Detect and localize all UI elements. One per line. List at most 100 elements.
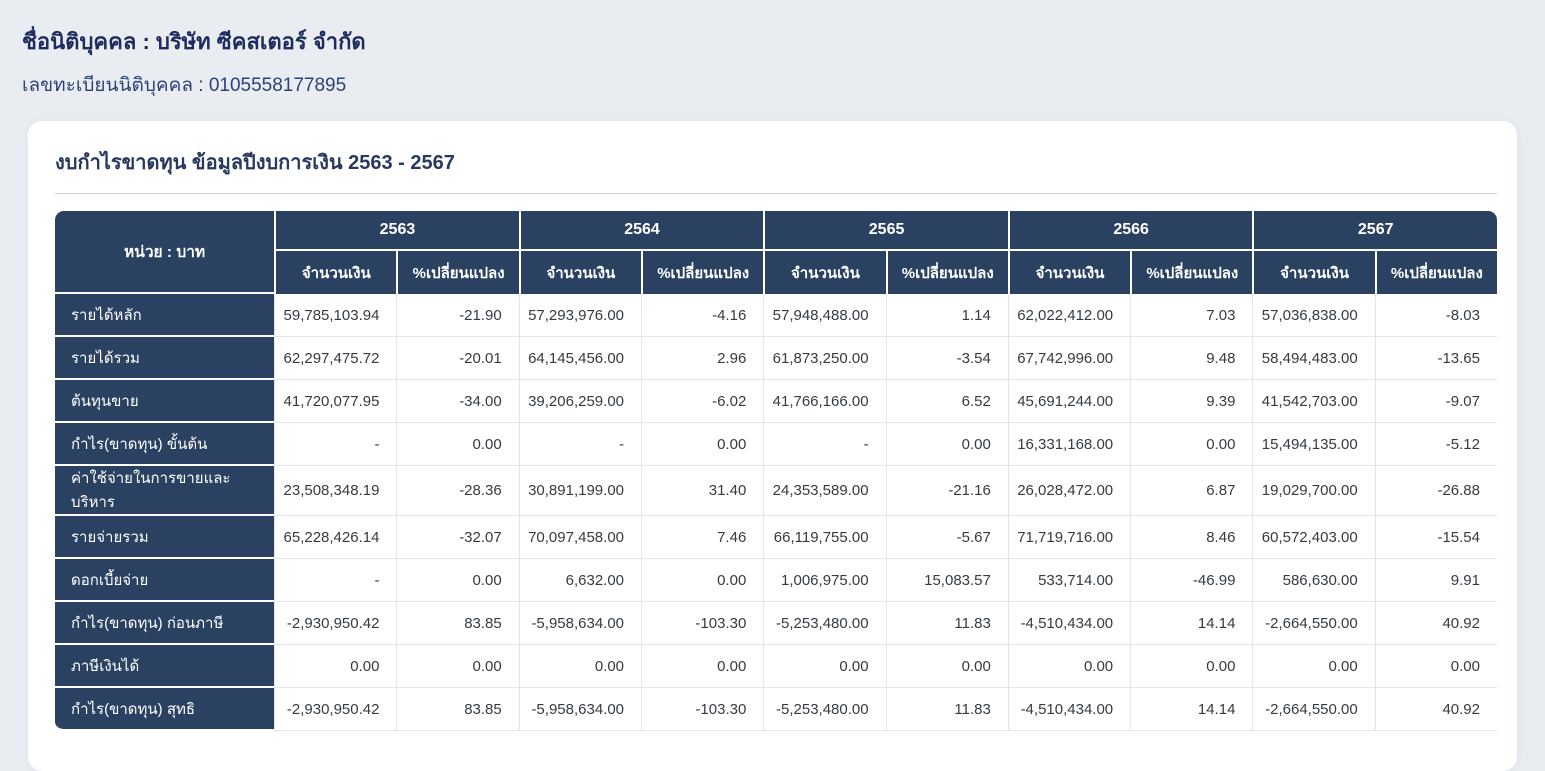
amount-cell: 26,028,472.00	[1007, 466, 1131, 516]
change-cell: 0.00	[1374, 645, 1497, 688]
change-cell: 0.00	[396, 423, 519, 466]
change-cell: 9.48	[1130, 337, 1253, 380]
change-cell: 8.46	[1130, 516, 1253, 559]
change-cell: -21.90	[396, 294, 519, 337]
table-row: รายจ่ายรวม 65,228,426.14 -32.07 70,097,458.…	[55, 516, 1497, 559]
change-cell: -8.03	[1374, 294, 1497, 337]
amount-cell: -2,930,950.42	[274, 688, 397, 731]
change-cell: -4.16	[641, 294, 764, 337]
amount-cell: -	[274, 423, 397, 466]
amount-cell: 66,119,755.00	[763, 516, 886, 559]
amount-cell: 41,542,703.00	[1252, 380, 1375, 423]
title-divider	[55, 193, 1497, 194]
change-cell: 15,083.57	[885, 559, 1008, 602]
page-root: ชื่อนิติบุคคล : บริษัท ซีคสเตอร์ จำกัด เ…	[0, 0, 1545, 771]
card-title: งบกำไรขาดทุน ข้อมูลปีงบการเงิน 2563 - 25…	[55, 152, 455, 174]
change-cell: 11.83	[885, 602, 1008, 645]
subheader-change: %เปลี่ยนแปลง	[641, 251, 764, 294]
subheader-amount: จำนวนเงิน	[1252, 251, 1375, 294]
change-cell: -20.01	[396, 337, 519, 380]
change-cell: 0.00	[885, 423, 1008, 466]
change-cell: 11.83	[885, 688, 1008, 731]
year-header-row: หน่วย : บาท 2563 2564 2565 2566 2567	[55, 211, 1497, 294]
registration-number: เลขทะเบียนนิติบุคคล : 0105558177895	[22, 75, 347, 96]
change-cell: 0.00	[396, 559, 519, 602]
change-cell: 6.52	[885, 380, 1008, 423]
row-label: รายได้รวม	[55, 337, 275, 380]
year-header-2564: 2564	[518, 211, 764, 251]
amount-cell: 586,630.00	[1252, 559, 1375, 602]
change-cell: -5.12	[1374, 423, 1497, 466]
change-cell: 40.92	[1374, 688, 1497, 731]
row-label: รายจ่ายรวม	[55, 516, 275, 559]
amount-cell: 39,206,259.00	[518, 380, 642, 423]
change-cell: -103.30	[641, 602, 764, 645]
amount-cell: 0.00	[1007, 645, 1131, 688]
change-cell: -26.88	[1374, 466, 1497, 516]
change-cell: -6.02	[641, 380, 764, 423]
amount-cell: 0.00	[518, 645, 642, 688]
table-row: ดอกเบี้ยจ่าย -0.00 6,632.00 0.00 1,006,975.0…	[55, 559, 1497, 602]
table-row: ต้นทุนขาย 41,720,077.95 -34.00 39,206,259.0…	[55, 380, 1497, 423]
change-cell: 1.14	[885, 294, 1008, 337]
amount-cell: 57,948,488.00	[763, 294, 886, 337]
table-row: ค่าใช้จ่ายในการขายและบริหาร 23,508,348.19…	[55, 466, 1497, 516]
change-cell: -34.00	[396, 380, 519, 423]
change-cell: -32.07	[396, 516, 519, 559]
row-label: ดอกเบี้ยจ่าย	[55, 559, 275, 602]
amount-cell: 45,691,244.00	[1007, 380, 1131, 423]
change-cell: 9.91	[1374, 559, 1497, 602]
change-cell: -3.54	[885, 337, 1008, 380]
subheader-amount: จำนวนเงิน	[763, 251, 886, 294]
change-cell: -5.67	[885, 516, 1008, 559]
table-row: กำไร(ขาดทุน) ขั้นต้น -0.00-0.00-0.00 16,33…	[55, 423, 1497, 466]
amount-cell: 62,022,412.00	[1007, 294, 1131, 337]
row-label: กำไร(ขาดทุน) ขั้นต้น	[55, 423, 275, 466]
change-cell: 14.14	[1130, 688, 1253, 731]
subheader-change: %เปลี่ยนแปลง	[885, 251, 1008, 294]
table-row: กำไร(ขาดทุน) สุทธิ -2,930,950.42 83.85 -5,9…	[55, 688, 1497, 731]
amount-cell: 64,145,456.00	[518, 337, 642, 380]
amount-cell: 533,714.00	[1007, 559, 1131, 602]
amount-cell: 61,873,250.00	[763, 337, 886, 380]
change-cell: -21.16	[885, 466, 1008, 516]
change-cell: -46.99	[1130, 559, 1253, 602]
row-label: ต้นทุนขาย	[55, 380, 275, 423]
amount-cell: -5,958,634.00	[518, 602, 642, 645]
table-head: หน่วย : บาท 2563 2564 2565 2566 2567 จำนวนเง…	[55, 211, 1497, 294]
change-cell: -103.30	[641, 688, 764, 731]
table-row: รายได้รวม 62,297,475.72 -20.01 64,145,456.0…	[55, 337, 1497, 380]
amount-cell: 41,766,166.00	[763, 380, 886, 423]
amount-cell: 67,742,996.00	[1007, 337, 1131, 380]
amount-cell: 6,632.00	[518, 559, 642, 602]
amount-cell: -5,958,634.00	[518, 688, 642, 731]
change-cell: 40.92	[1374, 602, 1497, 645]
amount-cell: 1,006,975.00	[763, 559, 886, 602]
change-cell: 2.96	[641, 337, 764, 380]
table-row: รายได้หลัก 59,785,103.94 -21.90 57,293,976.…	[55, 294, 1497, 337]
amount-cell: 62,297,475.72	[274, 337, 397, 380]
row-label: กำไร(ขาดทุน) ก่อนภาษี	[55, 602, 275, 645]
change-cell: 0.00	[396, 645, 519, 688]
amount-cell: 60,572,403.00	[1252, 516, 1375, 559]
amount-cell: 24,353,589.00	[763, 466, 886, 516]
amount-cell: -	[763, 423, 886, 466]
amount-cell: -5,253,480.00	[763, 688, 886, 731]
change-cell: 7.03	[1130, 294, 1253, 337]
subheader-change: %เปลี่ยนแปลง	[1130, 251, 1253, 294]
change-cell: -13.65	[1374, 337, 1497, 380]
table-row: ภาษีเงินได้ 0.00 0.00 0.00 0.00 0.00 0.00 0.00 0…	[55, 645, 1497, 688]
change-cell: 6.87	[1130, 466, 1253, 516]
amount-cell: -2,664,550.00	[1252, 688, 1375, 731]
amount-cell: 59,785,103.94	[274, 294, 397, 337]
amount-cell: 65,228,426.14	[274, 516, 397, 559]
amount-cell: 19,029,700.00	[1252, 466, 1375, 516]
year-header-2566: 2566	[1007, 211, 1253, 251]
change-cell: -15.54	[1374, 516, 1497, 559]
amount-cell: -	[518, 423, 642, 466]
change-cell: -9.07	[1374, 380, 1497, 423]
change-cell: 0.00	[641, 559, 764, 602]
amount-cell: 16,331,168.00	[1007, 423, 1131, 466]
table-body: รายได้หลัก 59,785,103.94 -21.90 57,293,976.…	[55, 294, 1497, 731]
company-header: ชื่อนิติบุคคล : บริษัท ซีคสเตอร์ จำกัด เ…	[0, 0, 1545, 100]
